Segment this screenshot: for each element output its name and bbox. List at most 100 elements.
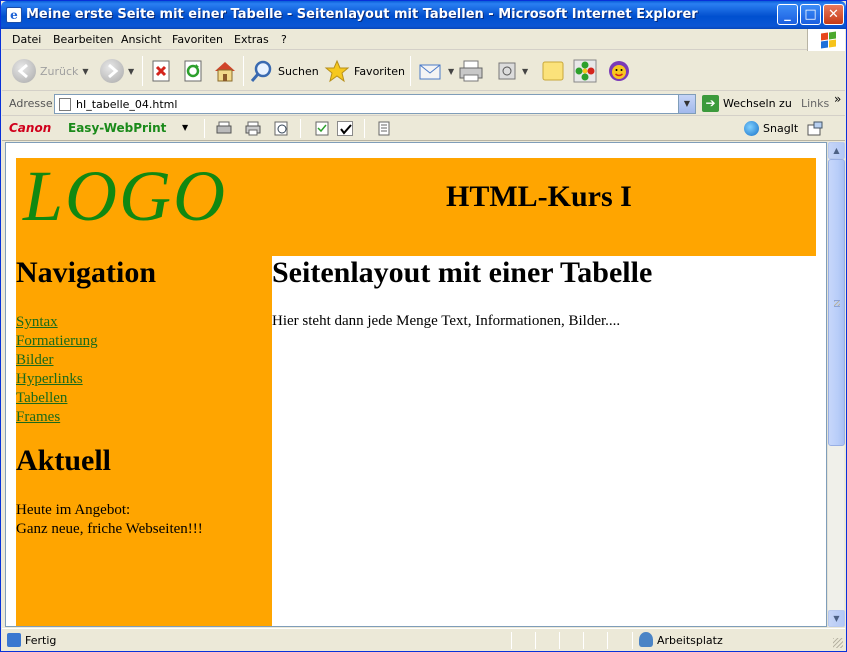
menu-extras[interactable]: Extras <box>234 33 269 46</box>
page-header: LOGO HTML-Kurs I <box>16 156 816 256</box>
back-arrow-icon <box>12 59 36 83</box>
vertical-scrollbar[interactable]: ▲ ▼ <box>827 142 845 627</box>
webprint-dropdown-icon[interactable]: ▼ <box>182 123 188 132</box>
go-label: Wechseln zu <box>723 97 792 110</box>
nav-link-tabellen[interactable]: Tabellen <box>16 389 98 408</box>
search-button[interactable]: Suchen <box>250 57 319 85</box>
refresh-button[interactable] <box>182 57 204 85</box>
checkmark-icon[interactable] <box>337 121 353 136</box>
menu-ansicht[interactable]: Ansicht <box>121 33 162 46</box>
mail-dropdown-icon[interactable]: ▼ <box>448 67 454 76</box>
discuss-button[interactable] <box>541 57 565 85</box>
edit-button[interactable]: ▼ <box>496 57 528 85</box>
menu-help[interactable]: ? <box>281 33 287 46</box>
print-preview-icon[interactable] <box>245 121 261 136</box>
window-title: Meine erste Seite mit einer Tabelle - Se… <box>26 7 698 22</box>
edit-dropdown-icon[interactable]: ▼ <box>522 67 528 76</box>
page-viewport[interactable]: LOGO HTML-Kurs I Navigation Syntax Forma… <box>5 142 827 627</box>
mail-icon <box>419 64 441 80</box>
back-button[interactable]: Zurück ▼ <box>12 57 89 85</box>
stop-button[interactable] <box>150 57 172 85</box>
flower-icon <box>573 59 597 83</box>
zoom-icon[interactable] <box>274 121 290 136</box>
menu-favoriten[interactable]: Favoriten <box>172 33 223 46</box>
browser-window: e Meine erste Seite mit einer Tabelle - … <box>0 0 847 652</box>
standard-toolbar: Zurück ▼ ▼ Suchen Favoriten ▼ ▼ <box>2 51 845 91</box>
toolbar-separator <box>410 56 411 86</box>
address-dropdown-icon[interactable]: ▼ <box>678 95 695 113</box>
main-heading: Seitenlayout mit einer Tabelle <box>272 256 653 289</box>
forward-button[interactable]: ▼ <box>100 57 134 85</box>
home-icon <box>215 62 235 82</box>
list-icon[interactable] <box>376 121 392 136</box>
status-divider <box>583 632 584 649</box>
status-divider <box>632 632 633 649</box>
search-label: Suchen <box>278 64 319 78</box>
resize-grip-icon[interactable] <box>833 638 843 648</box>
print-icon[interactable] <box>216 121 232 136</box>
nav-link-bilder[interactable]: Bilder <box>16 351 98 370</box>
canon-brand: Canon <box>9 121 52 135</box>
back-label: Zurück <box>40 64 79 78</box>
minimize-button[interactable]: _ <box>777 4 798 25</box>
toolbar-separator <box>300 119 301 138</box>
address-label: Adresse <box>9 97 53 110</box>
address-value: hI_tabelle_04.html <box>76 98 178 111</box>
snagit-icon <box>744 121 759 136</box>
print-button[interactable] <box>458 57 484 85</box>
scroll-thumb[interactable] <box>828 159 845 446</box>
ie-page-icon: e <box>6 7 22 23</box>
status-text: Fertig <box>25 634 57 647</box>
refresh-icon <box>184 60 202 82</box>
aktuell-text: Heute im Angebot: Ganz neue, friche Webs… <box>16 501 203 539</box>
menu-datei[interactable]: Datei <box>12 33 41 46</box>
checklist-icon[interactable] <box>314 121 330 136</box>
nav-link-syntax[interactable]: Syntax <box>16 313 98 332</box>
toolbar-separator <box>364 119 365 138</box>
scroll-up-icon[interactable]: ▲ <box>828 142 845 159</box>
address-bar: Adresse hI_tabelle_04.html ▼ ➔ Wechseln … <box>2 92 845 116</box>
toolbar-separator <box>243 56 244 86</box>
easy-webprint-button[interactable]: Easy-WebPrint <box>68 121 166 135</box>
star-icon <box>324 59 350 83</box>
home-button[interactable] <box>212 57 238 85</box>
printer-icon <box>459 60 483 82</box>
forward-arrow-icon <box>100 59 124 83</box>
snagit-capture-icon[interactable] <box>807 121 823 136</box>
search-icon <box>250 60 272 82</box>
title-bar[interactable]: e Meine erste Seite mit einer Tabelle - … <box>1 1 846 29</box>
mail-button[interactable]: ▼ <box>418 57 454 85</box>
forward-dropdown-icon[interactable]: ▼ <box>128 67 134 76</box>
scroll-down-icon[interactable]: ▼ <box>828 610 845 627</box>
canon-toolbar: Canon Easy-WebPrint ▼ SnagIt <box>2 117 845 141</box>
nav-link-frames[interactable]: Frames <box>16 408 98 427</box>
page-icon <box>59 98 71 111</box>
note-icon <box>542 61 564 81</box>
toolbar-separator <box>142 56 143 86</box>
messenger-smiley-icon <box>609 61 629 81</box>
nav-link-formatierung[interactable]: Formatierung <box>16 332 98 351</box>
back-dropdown-icon[interactable]: ▼ <box>82 67 88 76</box>
links-label[interactable]: Links <box>801 97 829 110</box>
chevron-right-icon[interactable]: » <box>834 92 841 106</box>
close-button[interactable]: ✕ <box>823 4 844 25</box>
aktuell-line: Ganz neue, friche Webseiten!!! <box>16 521 203 537</box>
navigation-column: Navigation Syntax Formatierung Bilder Hy… <box>16 256 272 626</box>
snagit-button[interactable]: SnagIt <box>744 121 798 136</box>
go-button[interactable]: ➔ Wechseln zu <box>702 95 792 112</box>
nav-link-hyperlinks[interactable]: Hyperlinks <box>16 370 98 389</box>
maximize-button[interactable]: □ <box>800 4 821 25</box>
navigation-links: Syntax Formatierung Bilder Hyperlinks Ta… <box>16 313 98 427</box>
windows-logo-icon <box>807 29 845 51</box>
menu-bearbeiten[interactable]: Bearbeiten <box>53 33 113 46</box>
snagit-label: SnagIt <box>763 122 799 135</box>
edit-page-icon <box>498 62 516 80</box>
done-page-icon <box>7 633 21 647</box>
address-input[interactable]: hI_tabelle_04.html ▼ <box>54 94 696 114</box>
icq-button[interactable] <box>573 57 597 85</box>
status-divider <box>535 632 536 649</box>
computer-zone-icon <box>639 632 653 647</box>
favorites-button[interactable]: Favoriten <box>324 57 405 85</box>
messenger-button[interactable] <box>607 57 631 85</box>
main-text: Hier steht dann jede Menge Text, Informa… <box>272 313 621 329</box>
